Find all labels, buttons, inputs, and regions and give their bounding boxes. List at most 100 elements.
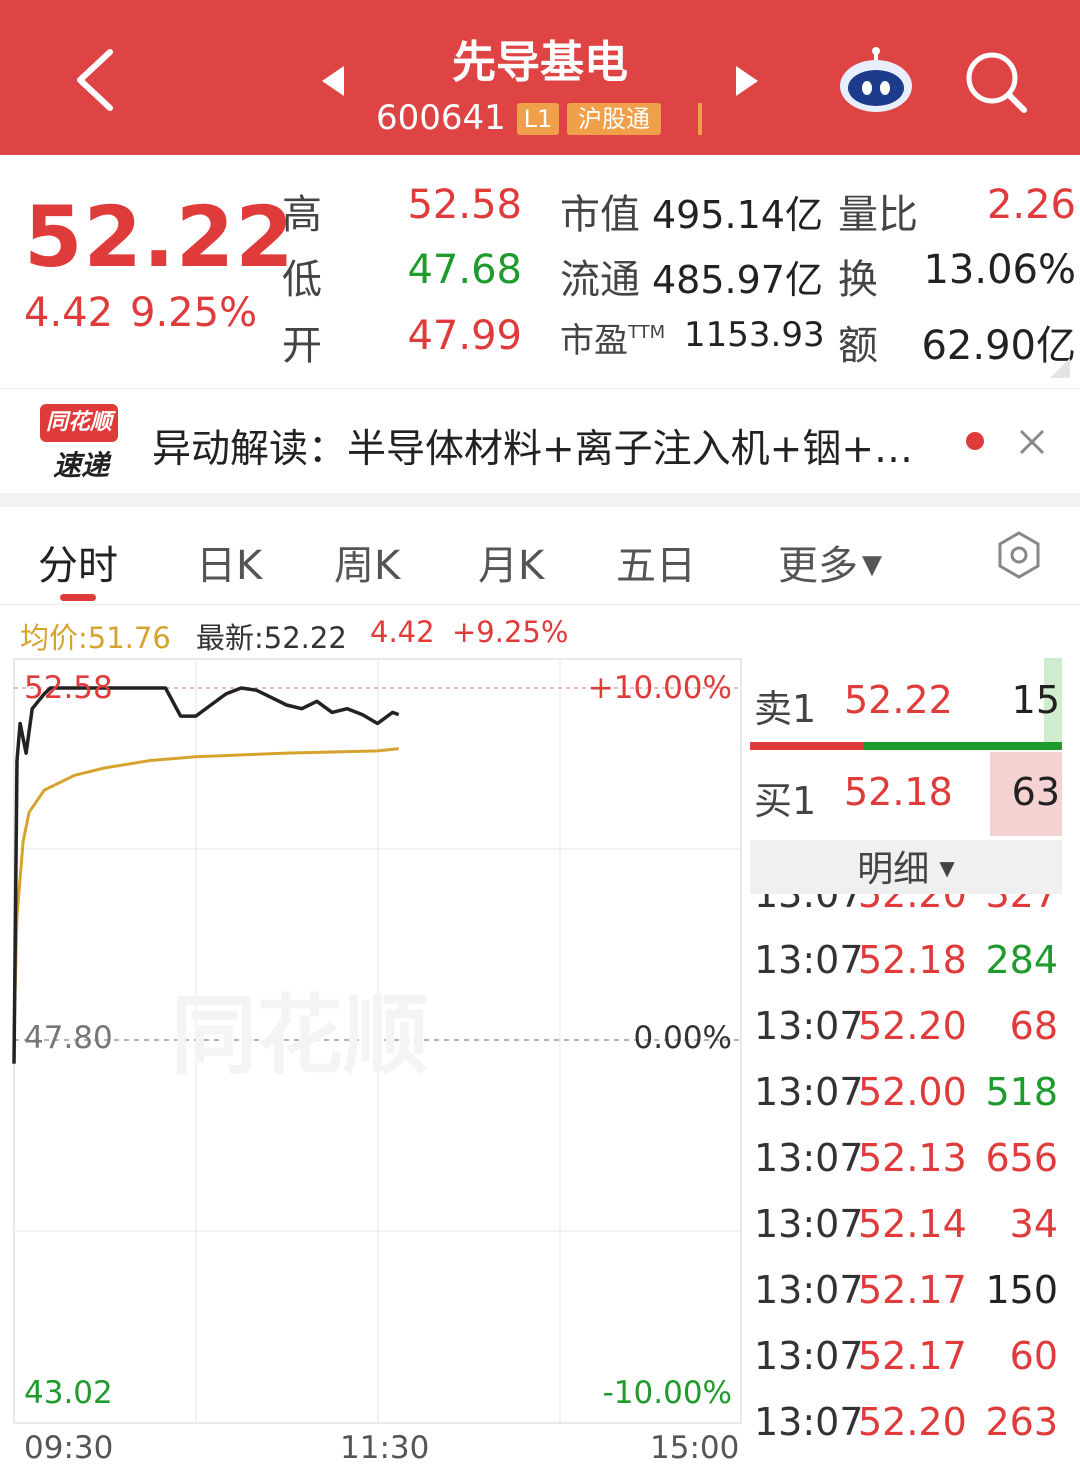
y-axis-bottom-label: 43.02 bbox=[24, 1375, 113, 1411]
trade-time: 13:07 bbox=[754, 1400, 864, 1444]
flash-news-logo: 同花顺 速递 bbox=[40, 404, 118, 482]
trade-row: 13:07 52.18 284 bbox=[750, 938, 1060, 994]
header-divider bbox=[698, 103, 702, 135]
trade-row: 13:07 52.17 60 bbox=[750, 1334, 1060, 1390]
close-icon[interactable] bbox=[1018, 428, 1046, 456]
trade-price: 52.18 bbox=[858, 938, 967, 982]
x-axis-mid-label: 11:30 bbox=[340, 1430, 430, 1466]
open-label: 开 bbox=[282, 323, 322, 369]
open-value: 47.99 bbox=[407, 313, 522, 359]
stock-name: 先导基电 bbox=[452, 37, 628, 88]
tab-intraday[interactable]: 分时 bbox=[38, 533, 118, 591]
connect-badge: 沪股通 bbox=[567, 103, 661, 135]
trade-volume: 284 bbox=[985, 938, 1058, 982]
unread-dot bbox=[966, 432, 984, 450]
tab-daily-k[interactable]: 日K bbox=[196, 533, 262, 591]
x-axis-end-label: 15:00 bbox=[650, 1430, 740, 1466]
high-value: 52.58 bbox=[407, 182, 522, 228]
y-axis-mid-label: 47.80 bbox=[24, 1020, 113, 1056]
amount-label: 额 bbox=[838, 323, 878, 369]
trade-row: 13:07 52.00 518 bbox=[750, 1070, 1060, 1126]
tab-weekly-k[interactable]: 周K bbox=[334, 533, 400, 591]
stock-code: 600641 bbox=[376, 98, 506, 138]
y-axis-top-label: 52.58 bbox=[24, 670, 113, 706]
trade-price: 52.17 bbox=[858, 1268, 967, 1312]
trade-price: 52.17 bbox=[858, 1334, 967, 1378]
next-stock-icon[interactable] bbox=[734, 64, 760, 98]
pe-ttm-superscript: TTM bbox=[628, 322, 666, 343]
chart-settings-icon[interactable] bbox=[994, 530, 1044, 580]
trade-price: 52.00 bbox=[858, 1070, 967, 1114]
market-cap-label: 市值 bbox=[560, 192, 640, 238]
trade-time: 13:07 bbox=[754, 1268, 864, 1312]
trade-time: 13:07 bbox=[754, 1202, 864, 1246]
watermark: 同花顺 bbox=[171, 986, 429, 1086]
sell1-label: 卖1 bbox=[754, 687, 817, 731]
current-price: 52.22 bbox=[24, 188, 295, 286]
sell1-volume: 15 bbox=[1011, 678, 1060, 722]
buy1-volume: 63 bbox=[1011, 770, 1060, 814]
trade-volume: 656 bbox=[985, 1136, 1058, 1180]
volume-ratio-value: 2.26 bbox=[986, 182, 1076, 228]
detail-chevron-icon: ▼ bbox=[939, 856, 955, 880]
trade-price: 52.20 bbox=[858, 1400, 967, 1444]
detail-dropdown[interactable]: 明细 ▼ bbox=[750, 840, 1062, 894]
price-change-pct: 9.25% bbox=[130, 290, 258, 336]
trade-price: 52.20 bbox=[858, 1004, 967, 1048]
robot-assistant-icon[interactable] bbox=[836, 46, 916, 116]
tab-more[interactable]: 更多 ▼ bbox=[778, 533, 882, 591]
pe-label: 市盈TTM bbox=[560, 321, 666, 361]
level1-badge: L1 bbox=[517, 103, 559, 135]
trade-time: 13:07 bbox=[754, 894, 864, 916]
x-axis-start-label: 09:30 bbox=[24, 1430, 114, 1466]
tab-five-day[interactable]: 五日 bbox=[616, 533, 696, 591]
trade-volume: 327 bbox=[985, 894, 1058, 916]
top-bar: 先导基电 600641 L1 沪股通 bbox=[0, 0, 1080, 155]
trade-price: 52.14 bbox=[858, 1202, 967, 1246]
chevron-down-icon: ▼ bbox=[862, 550, 882, 580]
trade-detail-list[interactable]: 13:07 52.20 327 13:07 52.18 284 13:07 52.20 68 13… bbox=[750, 894, 1062, 1475]
price-change: 4.42 bbox=[24, 290, 114, 336]
turnover-value: 13.06% bbox=[923, 247, 1076, 293]
detail-label: 明细 bbox=[857, 849, 930, 890]
pct-axis-top-label: +10.00% bbox=[587, 670, 732, 706]
news-top-divider bbox=[0, 388, 1080, 389]
pe-value: 1153.93 bbox=[684, 315, 825, 355]
intraday-chart[interactable]: 同花顺 bbox=[0, 655, 745, 1475]
logo-flash: 速递 bbox=[52, 449, 109, 482]
trade-volume: 518 bbox=[985, 1070, 1058, 1114]
section-separator bbox=[0, 493, 1080, 507]
tab-monthly-k[interactable]: 月K bbox=[478, 533, 544, 591]
trade-time: 13:07 bbox=[754, 938, 864, 982]
trade-price: 52.13 bbox=[858, 1136, 967, 1180]
expand-corner-icon[interactable] bbox=[1050, 358, 1070, 378]
trade-row: 13:07 52.14 34 bbox=[750, 1202, 1060, 1258]
trade-volume: 34 bbox=[1009, 1202, 1058, 1246]
trade-row: 13:07 52.17 150 bbox=[750, 1268, 1060, 1324]
trade-time: 13:07 bbox=[754, 1334, 864, 1378]
float-cap-label: 流通 bbox=[560, 257, 640, 303]
change-pct-readout: +9.25% bbox=[452, 615, 569, 649]
bid-ratio-bar-red bbox=[750, 742, 864, 750]
buy1-label: 买1 bbox=[754, 779, 817, 823]
turnover-label: 换 bbox=[838, 257, 878, 303]
news-headline[interactable]: 异动解读：半导体材料+离子注入机+铟+… bbox=[152, 418, 913, 474]
trade-volume: 150 bbox=[985, 1268, 1058, 1312]
float-cap-value: 485.97亿 bbox=[652, 258, 823, 302]
trade-row: 13:07 52.13 656 bbox=[750, 1136, 1060, 1192]
latest-price-readout: 最新:52.22 bbox=[196, 621, 347, 655]
tab-bar-divider bbox=[0, 604, 1080, 605]
change-readout: 4.42 bbox=[370, 615, 435, 649]
trade-row: 13:07 52.20 263 bbox=[750, 1400, 1060, 1456]
trade-volume: 68 bbox=[1009, 1004, 1058, 1048]
search-icon[interactable] bbox=[964, 50, 1028, 114]
pct-axis-bottom-label: -10.00% bbox=[602, 1375, 732, 1411]
sell1-price: 52.22 bbox=[844, 678, 953, 722]
active-tab-indicator bbox=[60, 594, 96, 601]
low-value: 47.68 bbox=[407, 247, 522, 293]
trade-time: 13:07 bbox=[754, 1070, 864, 1114]
trade-time: 13:07 bbox=[754, 1136, 864, 1180]
trade-row: 13:07 52.20 327 bbox=[750, 894, 1060, 928]
tab-more-label: 更多 bbox=[778, 543, 858, 589]
trade-price: 52.20 bbox=[858, 894, 967, 916]
